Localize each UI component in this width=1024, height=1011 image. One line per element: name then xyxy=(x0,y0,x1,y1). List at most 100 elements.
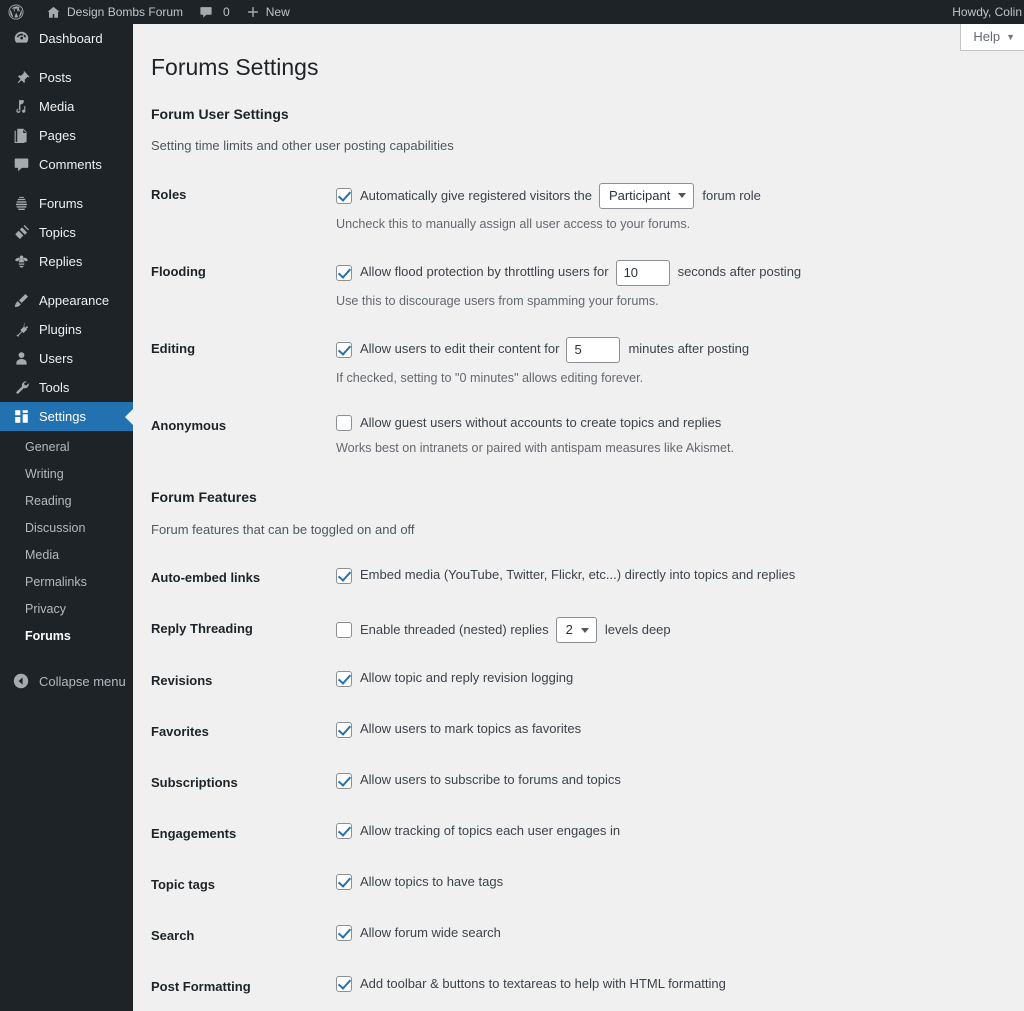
setting-label: Revisions xyxy=(151,673,213,689)
collapse-menu-label: Collapse menu xyxy=(39,673,126,689)
setting-checkbox[interactable] xyxy=(336,567,352,584)
setting-control-cell: Automatically give registered visitors t… xyxy=(336,170,1004,247)
section-description: Forum features that can be toggled on an… xyxy=(151,521,415,537)
settings-row: Post Formatting Add toolbar & buttons to … xyxy=(151,962,1004,1011)
setting-option-suffix: levels deep xyxy=(604,621,671,637)
setting-checkbox[interactable] xyxy=(336,341,352,358)
pages-icon xyxy=(11,126,31,146)
setting-option-text: Embed media (YouTube, Twitter, Flickr, e… xyxy=(360,567,796,583)
sidebar-item-media[interactable]: Media xyxy=(0,92,133,121)
setting-label: Roles xyxy=(151,186,187,202)
setting-option-suffix: minutes after posting xyxy=(628,341,750,357)
bee-icon xyxy=(11,252,31,272)
setting-control-cell: Enable threaded (nested) replies 2 levels … xyxy=(336,604,1004,656)
submenu-item-general[interactable]: General xyxy=(0,434,133,461)
setting-checkbox[interactable] xyxy=(336,976,352,993)
setting-label: Reply Threading xyxy=(151,621,253,637)
setting-checkbox[interactable] xyxy=(336,187,352,204)
setting-option-text: Allow users to subscribe to forums and t… xyxy=(360,772,621,788)
settings-row: Subscriptions Allow users to subscribe to… xyxy=(151,758,1004,809)
setting-control-cell: Allow forum wide search xyxy=(336,911,1004,962)
setting-checkbox[interactable] xyxy=(336,874,352,891)
setting-checkbox[interactable] xyxy=(336,264,352,281)
wp-logo-menu[interactable] xyxy=(0,0,38,24)
sidebar-item-posts[interactable]: Posts xyxy=(0,63,133,92)
sidebar-item-topics[interactable]: Topics xyxy=(0,218,133,247)
settings-row: Topic tags Allow topics to have tags xyxy=(151,860,1004,911)
megaphone-icon xyxy=(11,223,31,243)
comment-bubble-icon xyxy=(199,5,213,19)
media-icon xyxy=(11,97,31,117)
chevron-down-icon xyxy=(580,627,589,633)
sidebar-item-settings[interactable]: Settings xyxy=(0,402,133,431)
setting-option-line: Allow topic and reply revision logging xyxy=(336,669,994,688)
sidebar-item-plugins[interactable]: Plugins xyxy=(0,315,133,344)
submenu-item-reading[interactable]: Reading xyxy=(0,488,133,515)
help-tab-button[interactable]: Help ▼ xyxy=(960,24,1024,51)
sidebar-item-appearance[interactable]: Appearance xyxy=(0,286,133,315)
setting-number-input[interactable] xyxy=(566,336,621,363)
site-name-label: Design Bombs Forum xyxy=(67,5,184,19)
settings-table: Roles Automatically give registered visit… xyxy=(151,170,1004,470)
settings-submenu: General Writing Reading Discussion Media Perm… xyxy=(0,431,133,658)
setting-checkbox[interactable] xyxy=(336,670,352,687)
setting-label: Engagements xyxy=(151,826,237,842)
setting-control-cell: Allow users to subscribe to forums and t… xyxy=(336,758,1004,809)
submenu-item-writing[interactable]: Writing xyxy=(0,461,133,488)
submenu-item-media[interactable]: Media xyxy=(0,542,133,569)
setting-option-line: Allow forum wide search xyxy=(336,924,994,943)
setting-option-text: Enable threaded (nested) replies xyxy=(360,621,549,637)
sidebar-item-comments[interactable]: Comments xyxy=(0,150,133,179)
submenu-item-forums[interactable]: Forums xyxy=(0,623,133,650)
setting-label: Post Formatting xyxy=(151,978,251,994)
setting-number-input[interactable] xyxy=(615,259,670,286)
setting-select[interactable]: Participant xyxy=(598,182,695,209)
sidebar-item-users[interactable]: Users xyxy=(0,344,133,373)
new-content-menu[interactable]: New xyxy=(238,0,298,24)
setting-checkbox[interactable] xyxy=(336,925,352,942)
setting-select-value: 2 xyxy=(565,621,573,637)
setting-checkbox[interactable] xyxy=(336,823,352,840)
submenu-item-privacy[interactable]: Privacy xyxy=(0,596,133,623)
section-title: Forum User Settings xyxy=(151,105,289,122)
setting-checkbox[interactable] xyxy=(336,622,352,639)
settings-row: Favorites Allow users to mark topics as f… xyxy=(151,707,1004,758)
sidebar-item-forums[interactable]: Forums xyxy=(0,189,133,218)
setting-control-cell: Allow topic and reply revision logging xyxy=(336,656,1004,707)
site-name-menu[interactable]: Design Bombs Forum xyxy=(38,0,191,24)
sidebar-item-replies[interactable]: Replies xyxy=(0,247,133,276)
setting-option-line: Add toolbar & buttons to textareas to he… xyxy=(336,975,994,994)
setting-checkbox[interactable] xyxy=(336,721,352,738)
sidebar-item-pages[interactable]: Pages xyxy=(0,121,133,150)
setting-checkbox[interactable] xyxy=(336,772,352,789)
collapse-menu-button[interactable]: Collapse menu xyxy=(0,666,133,696)
beehive-icon xyxy=(11,194,31,214)
setting-checkbox[interactable] xyxy=(336,415,352,432)
comments-menu[interactable]: 0 xyxy=(191,0,238,24)
setting-description: Works best on intranets or paired with a… xyxy=(336,440,735,455)
sidebar-item-dashboard[interactable]: Dashboard xyxy=(0,24,133,53)
setting-control-cell: Allow guest users without accounts to cr… xyxy=(336,401,1004,471)
content-area: Help ▼ Forums Settings Forum User Settin… xyxy=(133,24,1024,1011)
new-label: New xyxy=(265,5,290,19)
settings-row: Search Allow forum wide search xyxy=(151,911,1004,962)
sidebar-separator xyxy=(0,53,133,63)
setting-select[interactable]: 2 xyxy=(555,617,597,644)
settings-row: Engagements Allow tracking of topics each… xyxy=(151,809,1004,860)
setting-label: Search xyxy=(151,927,195,943)
submenu-item-discussion[interactable]: Discussion xyxy=(0,515,133,542)
chevron-left-circle-icon xyxy=(11,671,31,691)
my-account-menu[interactable]: Howdy, Colin xyxy=(944,0,1024,24)
comments-count: 0 xyxy=(223,5,230,19)
admin-bar: Design Bombs Forum 0 New Howdy, Colin xyxy=(0,0,1024,24)
setting-option-line: Allow users to edit their content for min… xyxy=(336,336,994,363)
settings-row: Roles Automatically give registered visit… xyxy=(151,170,1004,247)
setting-option-text: Allow tracking of topics each user engag… xyxy=(360,823,621,839)
setting-control-cell: Add toolbar & buttons to textareas to he… xyxy=(336,962,1004,1011)
submenu-item-permalinks[interactable]: Permalinks xyxy=(0,569,133,596)
home-icon xyxy=(46,5,61,20)
sidebar-item-tools[interactable]: Tools xyxy=(0,373,133,402)
setting-label: Favorites xyxy=(151,724,209,740)
settings-wrap: Forums Settings Forum User Settings Setti… xyxy=(133,24,1024,1011)
setting-option-line: Enable threaded (nested) replies 2 levels … xyxy=(336,617,994,644)
